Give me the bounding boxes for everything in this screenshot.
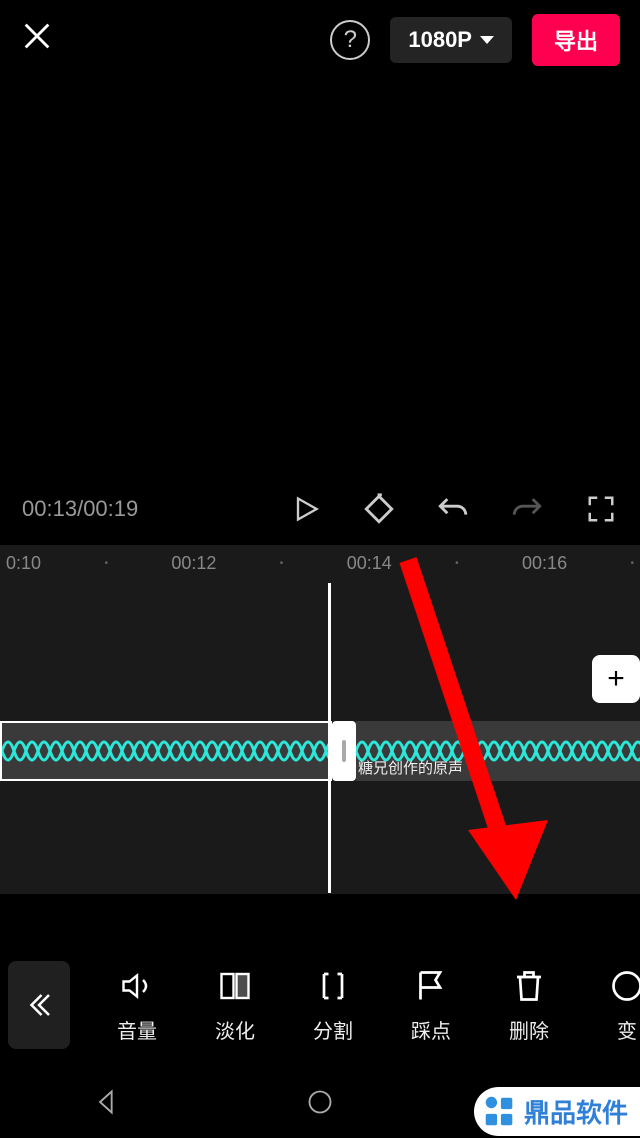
clip-label: 糖兄创作的原声 xyxy=(358,757,463,778)
fade-icon xyxy=(216,967,254,1005)
split-icon xyxy=(314,967,352,1005)
watermark-logo-icon xyxy=(480,1093,518,1131)
help-icon[interactable]: ? xyxy=(330,20,370,60)
tool-volume[interactable]: 音量 xyxy=(88,967,186,1044)
preview-area xyxy=(0,80,640,478)
timeline[interactable]: 0:10 • 00:12 • 00:14 • 00:16 • + 糖兄创作的原声 xyxy=(0,544,640,894)
tool-label: 变 xyxy=(617,1015,637,1044)
back-button[interactable] xyxy=(8,961,70,1049)
watermark: 鼎品软件 xyxy=(474,1087,640,1136)
tool-beat[interactable]: 踩点 xyxy=(382,967,480,1044)
volume-icon xyxy=(118,967,156,1005)
toolbar: 音量 淡化 分割 踩点 删除 xyxy=(0,950,640,1060)
transform-icon xyxy=(608,967,640,1005)
header: ? 1080P 导出 xyxy=(0,0,640,80)
tool-fade[interactable]: 淡化 xyxy=(186,967,284,1044)
chevron-down-icon xyxy=(480,36,494,44)
tool-label: 踩点 xyxy=(411,1015,451,1044)
close-icon[interactable] xyxy=(20,19,54,62)
tool-transform[interactable]: 变 xyxy=(578,967,640,1044)
watermark-text: 鼎品软件 xyxy=(524,1093,628,1130)
tool-label: 音量 xyxy=(117,1015,157,1044)
undo-icon[interactable] xyxy=(436,492,470,526)
timecode: 00:13/00:19 xyxy=(22,496,282,522)
fullscreen-icon[interactable] xyxy=(584,492,618,526)
audio-track[interactable]: 糖兄创作的原声 xyxy=(0,721,640,781)
video-preview[interactable] xyxy=(211,84,429,478)
tool-split[interactable]: 分割 xyxy=(284,967,382,1044)
clip-selected[interactable] xyxy=(0,721,332,781)
waveform-icon xyxy=(2,731,332,771)
timeline-ruler: 0:10 • 00:12 • 00:14 • 00:16 • xyxy=(0,545,640,581)
playback-controls: 00:13/00:19 xyxy=(0,478,640,544)
resolution-label: 1080P xyxy=(408,27,472,53)
tool-label: 淡化 xyxy=(215,1015,255,1044)
playhead[interactable] xyxy=(328,583,331,893)
export-button[interactable]: 导出 xyxy=(532,14,620,66)
keyframe-icon[interactable] xyxy=(362,492,396,526)
redo-icon[interactable] xyxy=(510,492,544,526)
nav-back-icon[interactable] xyxy=(93,1088,121,1121)
tool-label: 删除 xyxy=(509,1015,549,1044)
add-clip-button[interactable]: + xyxy=(592,655,640,703)
clip-handle[interactable] xyxy=(332,721,356,781)
trash-icon xyxy=(510,967,548,1005)
tool-delete[interactable]: 删除 xyxy=(480,967,578,1044)
play-icon[interactable] xyxy=(288,492,322,526)
nav-home-icon[interactable] xyxy=(306,1088,334,1121)
tool-label: 分割 xyxy=(313,1015,353,1044)
resolution-selector[interactable]: 1080P xyxy=(390,17,512,63)
flag-icon xyxy=(412,967,450,1005)
